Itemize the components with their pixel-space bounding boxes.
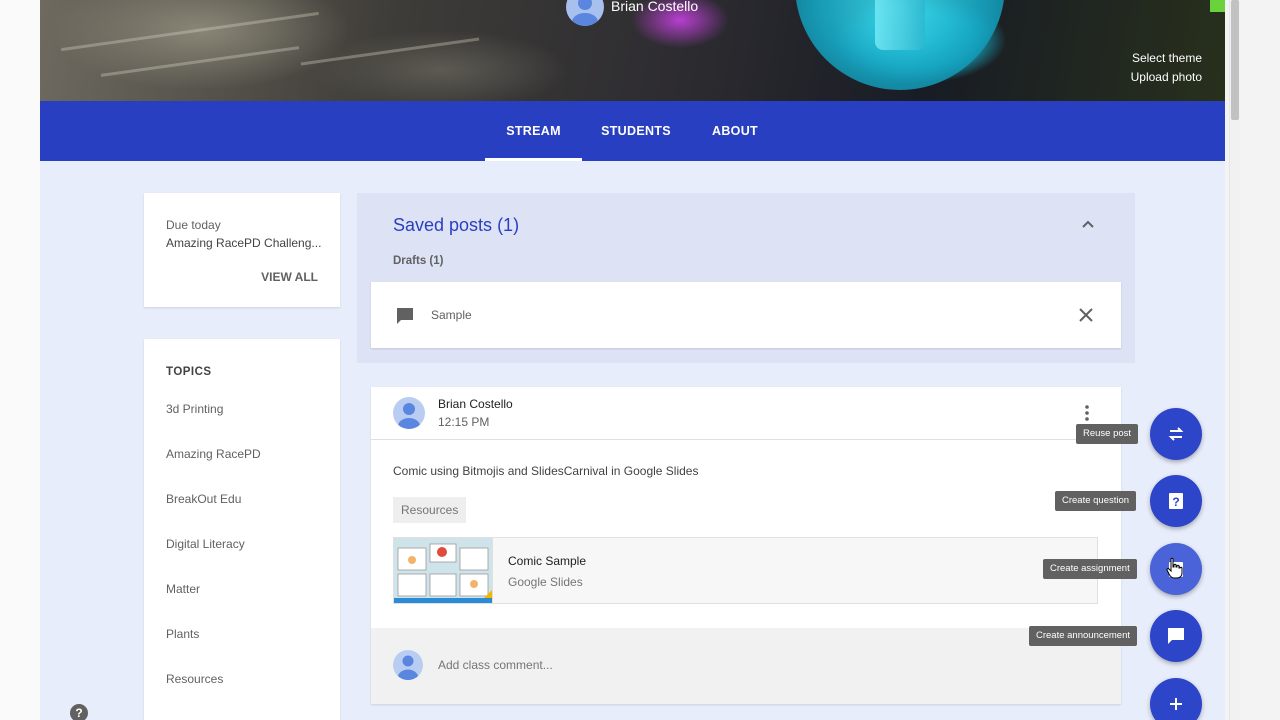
attachment-type: Google Slides xyxy=(508,575,583,589)
upcoming-card: Due today Amazing RacePD Challeng... VIE… xyxy=(144,193,340,307)
drafts-label: Drafts (1) xyxy=(393,255,444,267)
topic-item[interactable]: 3d Printing xyxy=(166,402,223,416)
announcement-icon xyxy=(395,306,415,331)
question-icon: ? xyxy=(1169,493,1183,509)
plus-icon xyxy=(1170,698,1182,710)
post-time: 12:15 PM xyxy=(438,415,490,429)
attachment-title: Comic Sample xyxy=(508,554,587,568)
close-icon[interactable] xyxy=(1077,306,1095,329)
attachment-card[interactable]: Comic Sample Google Slides xyxy=(393,537,1098,604)
select-theme-link[interactable]: Select theme xyxy=(1132,51,1202,65)
classroom-page: Brian Costello Select theme Upload photo… xyxy=(40,0,1225,720)
topic-item[interactable]: Digital Literacy xyxy=(166,537,245,551)
collapse-icon[interactable] xyxy=(1077,213,1099,235)
topic-item[interactable]: Plants xyxy=(166,627,199,641)
draft-title: Sample xyxy=(431,308,472,322)
class-comment-input[interactable] xyxy=(438,658,838,672)
owner-name: Brian Costello xyxy=(611,0,699,14)
upload-photo-link[interactable]: Upload photo xyxy=(1131,70,1202,84)
banner-green-accent xyxy=(1210,0,1225,12)
tab-stream[interactable]: STREAM xyxy=(485,101,582,161)
hand-cursor-icon xyxy=(1165,557,1183,584)
topic-item[interactable]: Amazing RacePD xyxy=(166,447,261,461)
scrollbar-thumb[interactable] xyxy=(1231,0,1239,120)
avatar xyxy=(393,397,425,429)
divider xyxy=(371,439,1121,440)
post-body: Comic using Bitmojis and SlidesCarnival … xyxy=(393,464,699,478)
banner-texture xyxy=(61,11,319,52)
reuse-post-tooltip: Reuse post xyxy=(1076,424,1139,444)
topic-item[interactable]: Resources xyxy=(166,672,223,686)
topic-chip[interactable]: Resources xyxy=(393,497,467,523)
due-today-label: Due today xyxy=(166,218,221,232)
topics-card: TOPICS 3d Printing Amazing RacePD BreakO… xyxy=(144,339,340,720)
stream-post: Brian Costello 12:15 PM Comic using Bitm… xyxy=(371,387,1121,704)
reuse-post-button[interactable] xyxy=(1150,408,1202,460)
banner-texture xyxy=(300,37,480,66)
svg-text:?: ? xyxy=(1172,495,1179,509)
tab-about[interactable]: ABOUT xyxy=(704,101,766,161)
post-author: Brian Costello xyxy=(438,397,513,411)
class-banner: Brian Costello Select theme Upload photo xyxy=(40,0,1225,101)
create-question-tooltip: Create question xyxy=(1055,491,1137,511)
avatar xyxy=(393,650,423,680)
topic-item[interactable]: BreakOut Edu xyxy=(166,492,241,506)
draft-item[interactable]: Sample xyxy=(371,282,1121,348)
topic-item[interactable]: Matter xyxy=(166,582,200,596)
repeat-icon xyxy=(1168,427,1184,441)
more-vert-icon[interactable] xyxy=(1078,403,1096,423)
view-all-button[interactable]: VIEW ALL xyxy=(261,270,318,284)
create-announcement-button[interactable] xyxy=(1150,610,1202,662)
topics-title: TOPICS xyxy=(166,366,212,378)
create-question-button[interactable]: ? xyxy=(1150,475,1202,527)
tab-students[interactable]: STUDENTS xyxy=(593,101,679,161)
tab-bar: STREAM STUDENTS ABOUT xyxy=(40,101,1225,161)
create-announcement-tooltip: Create announcement xyxy=(1029,626,1138,646)
owner-avatar xyxy=(566,0,604,26)
announcement-icon xyxy=(1168,628,1184,644)
saved-posts-title: Saved posts (1) xyxy=(393,215,520,235)
help-icon[interactable]: ? xyxy=(70,704,88,720)
due-item-link[interactable]: Amazing RacePD Challeng... xyxy=(166,236,326,250)
create-assignment-tooltip: Create assignment xyxy=(1043,559,1137,579)
slides-thumbnail xyxy=(394,538,493,603)
banner-flask-neck xyxy=(875,0,925,50)
banner-texture xyxy=(100,46,300,77)
window-left-gutter xyxy=(0,0,40,720)
comment-bar xyxy=(371,628,1121,704)
